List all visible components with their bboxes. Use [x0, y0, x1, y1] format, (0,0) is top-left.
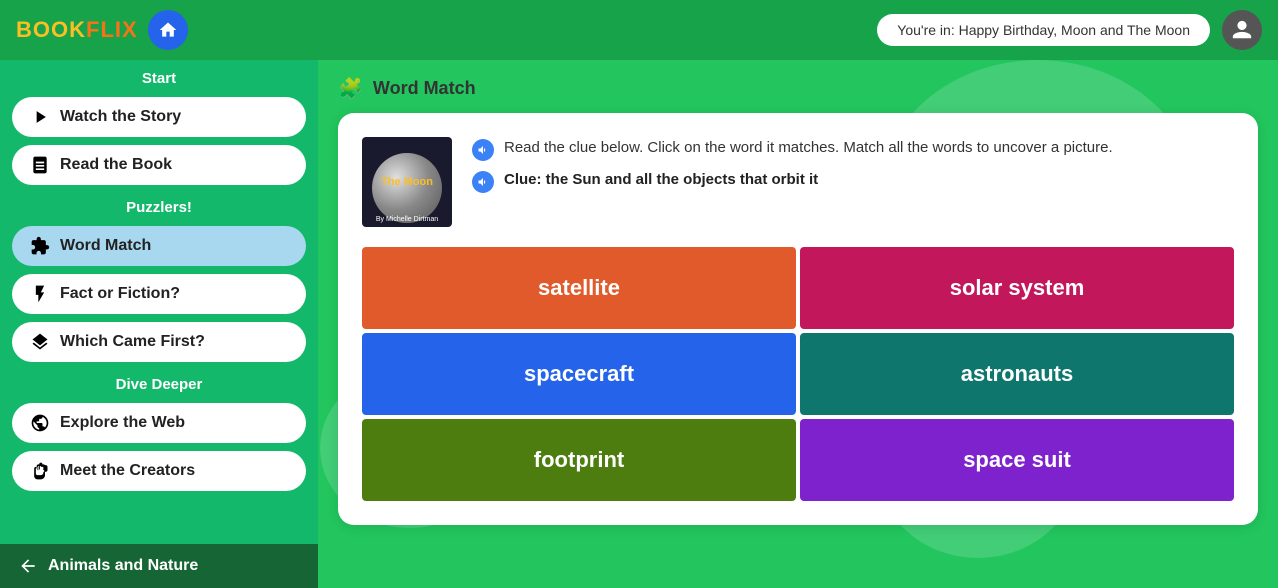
book-icon [30, 155, 50, 175]
hand-icon [30, 461, 50, 481]
user-avatar[interactable] [1222, 10, 1262, 50]
sidebar-item-which-came-first[interactable]: Which Came First? [12, 322, 306, 362]
word-cell-satellite[interactable]: satellite [362, 247, 796, 329]
book-cover-title: The Moon [377, 172, 437, 192]
sidebar-item-word-match[interactable]: Word Match [12, 226, 306, 266]
sidebar-item-watch-story[interactable]: Watch the Story [12, 97, 306, 137]
you-are-in-badge: You're in: Happy Birthday, Moon and The … [877, 14, 1210, 46]
play-icon [30, 107, 50, 127]
start-label: Start [0, 60, 318, 93]
page-title-row: 🧩 Word Match [338, 76, 1258, 101]
clue-prefix: Clue: the Sun and all the objects that o… [504, 171, 818, 188]
speech-icon-1[interactable] [472, 139, 494, 161]
instructions: Read the clue below. Click on the word i… [472, 137, 1113, 193]
arrow-left-icon [18, 556, 38, 576]
sidebar: Start Watch the Story Read the Book Puzz… [0, 60, 318, 588]
sidebar-item-read-book[interactable]: Read the Book [12, 145, 306, 185]
home-icon [158, 20, 178, 40]
lightning-icon [30, 284, 50, 304]
clue-text: Clue: the Sun and all the objects that o… [504, 169, 818, 190]
sidebar-footer[interactable]: Animals and Nature [0, 544, 318, 588]
word-grid: satellitesolar systemspacecraftastronaut… [362, 247, 1234, 501]
puzzle-icon [30, 236, 50, 256]
card-top: The Moon By Michelle Dirtman Read the cl… [362, 137, 1234, 227]
word-cell-astronauts[interactable]: astronauts [800, 333, 1234, 415]
instruction-row-2: Clue: the Sun and all the objects that o… [472, 169, 1113, 193]
speech-icon-2[interactable] [472, 171, 494, 193]
word-cell-spacecraft[interactable]: spacecraft [362, 333, 796, 415]
sidebar-footer-label: Animals and Nature [48, 557, 198, 575]
logo-flix: FLIX [86, 17, 138, 42]
dive-deeper-label: Dive Deeper [0, 366, 318, 399]
logo: BOOKFLIX [16, 17, 138, 43]
word-match-card: The Moon By Michelle Dirtman Read the cl… [338, 113, 1258, 525]
speaker-icon-2 [477, 176, 489, 188]
header: BOOKFLIX You're in: Happy Birthday, Moon… [0, 0, 1278, 60]
layers-icon [30, 332, 50, 352]
sidebar-item-label: Watch the Story [60, 108, 181, 126]
main-content: 🧩 Word Match The Moon By Michelle Dirtma… [318, 60, 1278, 588]
instruction-text-1: Read the clue below. Click on the word i… [504, 137, 1113, 158]
word-match-icon: 🧩 [338, 76, 363, 101]
sidebar-item-label: Fact or Fiction? [60, 285, 180, 303]
logo-book: BOOK [16, 17, 86, 42]
speaker-icon [477, 144, 489, 156]
sidebar-item-label: Read the Book [60, 156, 172, 174]
logo-text: BOOKFLIX [16, 17, 138, 43]
word-cell-solar-system[interactable]: solar system [800, 247, 1234, 329]
user-icon [1231, 19, 1253, 41]
page-title: Word Match [373, 78, 476, 99]
word-cell-footprint[interactable]: footprint [362, 419, 796, 501]
sidebar-item-label: Meet the Creators [60, 462, 195, 480]
word-cell-space-suit[interactable]: space suit [800, 419, 1234, 501]
sidebar-item-label: Which Came First? [60, 333, 205, 351]
sidebar-item-explore-web[interactable]: Explore the Web [12, 403, 306, 443]
home-button[interactable] [148, 10, 188, 50]
book-cover-author: By Michelle Dirtman [362, 216, 452, 223]
sidebar-item-label: Explore the Web [60, 414, 185, 432]
puzzlers-label: Puzzlers! [0, 189, 318, 222]
sidebar-item-label: Word Match [60, 237, 151, 255]
globe-icon [30, 413, 50, 433]
instruction-row-1: Read the clue below. Click on the word i… [472, 137, 1113, 161]
book-cover: The Moon By Michelle Dirtman [362, 137, 452, 227]
sidebar-item-meet-creators[interactable]: Meet the Creators [12, 451, 306, 491]
sidebar-item-fact-fiction[interactable]: Fact or Fiction? [12, 274, 306, 314]
